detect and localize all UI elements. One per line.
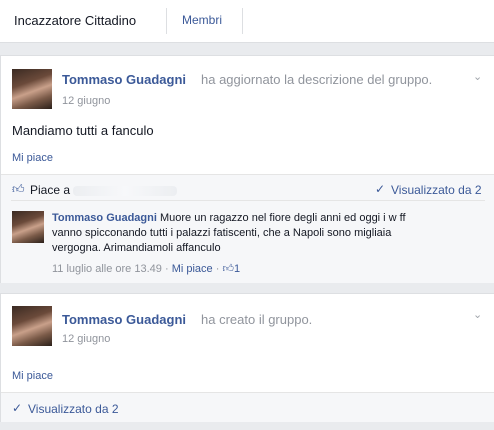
checkmark-icon: ✓ bbox=[375, 182, 386, 196]
comment-like-count[interactable]: 1 bbox=[234, 263, 240, 275]
comment-text-line1: Muore un ragazzo nel fiore degli anni ed… bbox=[159, 212, 406, 224]
tab-divider bbox=[166, 8, 167, 34]
tab-members[interactable]: Membri bbox=[182, 13, 222, 27]
tab-divider bbox=[242, 8, 243, 34]
comment-timestamp[interactable]: 11 luglio alle ore 13.49 bbox=[52, 263, 162, 275]
like-link[interactable]: Mi piace bbox=[12, 152, 53, 164]
post-action-text: ha creato il gruppo. bbox=[201, 312, 313, 327]
avatar[interactable] bbox=[12, 69, 52, 109]
comment-author[interactable]: Tommaso Guadagni bbox=[52, 212, 157, 224]
avatar[interactable] bbox=[12, 306, 52, 346]
meta-separator: · bbox=[164, 263, 169, 275]
comment-avatar[interactable] bbox=[12, 211, 44, 243]
group-title[interactable]: Incazzatore Cittadino bbox=[14, 13, 136, 28]
comment-text-line2: vanno spicconando tutti i palazzi fatisc… bbox=[52, 227, 392, 239]
chevron-down-icon[interactable]: ⌄ bbox=[473, 308, 482, 321]
post-date[interactable]: 12 giugno bbox=[62, 333, 110, 345]
post-card: Tommaso Guadagni ha creato il gruppo. ⌄ … bbox=[0, 293, 494, 422]
meta-separator: · bbox=[215, 263, 220, 275]
comment-like-link[interactable]: Mi piace bbox=[172, 263, 213, 275]
comment-text-line3: vergogna. Arimandiamoli affanculo bbox=[52, 242, 221, 254]
likes-summary: Piace a bbox=[30, 183, 71, 197]
seen-by[interactable]: Visualizzato da 2 bbox=[28, 402, 119, 416]
comment-body: Tommaso Guadagni Muore un ragazzo nel fi… bbox=[52, 211, 482, 256]
comment-meta: 11 luglio alle ore 13.49 · Mi piace · 👍︎… bbox=[52, 262, 240, 275]
post-text: Mandiamo tutti a fanculo bbox=[12, 123, 154, 138]
checkmark-icon: ✓ bbox=[12, 401, 23, 415]
post-author[interactable]: Tommaso Guadagni bbox=[62, 312, 186, 327]
thumbs-up-icon: 👍︎ bbox=[222, 263, 234, 275]
seen-by[interactable]: Visualizzato da 2 bbox=[391, 183, 482, 197]
divider bbox=[11, 200, 485, 201]
redacted-names bbox=[73, 186, 177, 196]
post-author[interactable]: Tommaso Guadagni bbox=[62, 72, 186, 87]
chevron-down-icon[interactable]: ⌄ bbox=[473, 70, 482, 83]
group-header-bar: Incazzatore Cittadino Membri bbox=[0, 0, 494, 43]
post-date[interactable]: 12 giugno bbox=[62, 95, 110, 107]
thumbs-up-icon: 👍︎ bbox=[12, 182, 25, 196]
post-action-text: ha aggiornato la descrizione del gruppo. bbox=[201, 72, 433, 87]
post-card: Tommaso Guadagni ha aggiornato la descri… bbox=[0, 55, 494, 283]
like-link[interactable]: Mi piace bbox=[12, 370, 53, 382]
